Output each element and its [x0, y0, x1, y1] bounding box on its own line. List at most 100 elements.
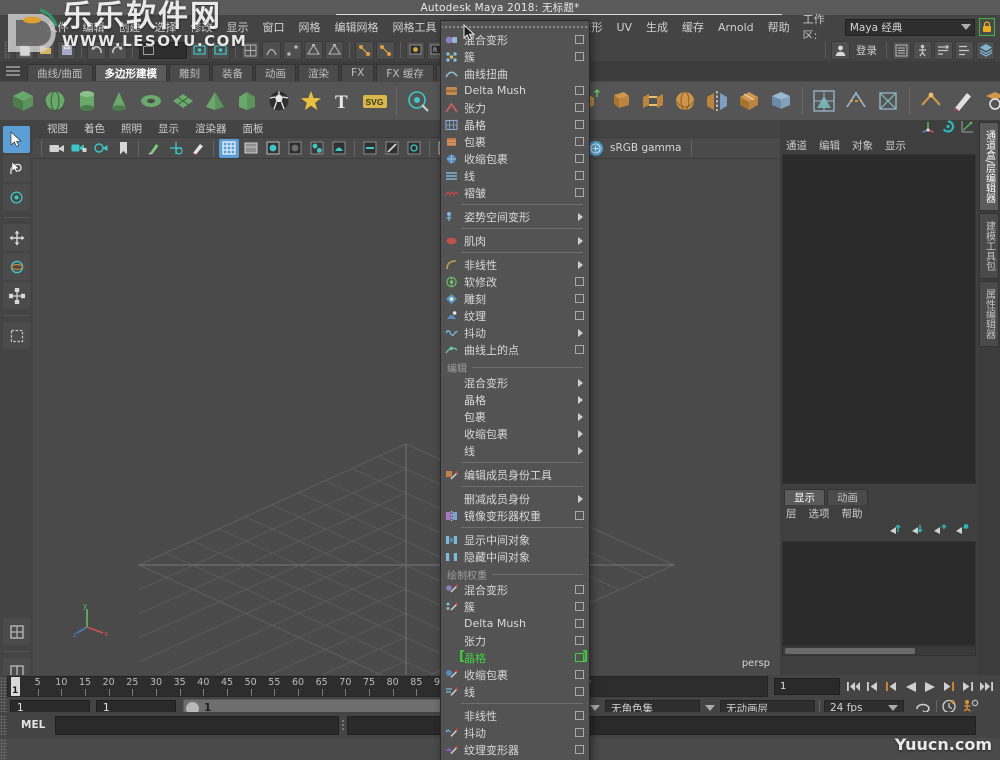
- history-toggle-icon[interactable]: [355, 40, 374, 60]
- save-scene-icon[interactable]: [57, 40, 76, 60]
- option-box-icon[interactable]: [575, 103, 584, 112]
- poly-torus-icon[interactable]: [136, 86, 166, 117]
- deform-dropdown-menu[interactable]: 混合变形簇曲线扭曲 Delta Mush 张力 晶格 包裹 收缩包裹线褶皱 姿势空间变形 肌肉…: [440, 20, 590, 760]
- layer-add-icon[interactable]: [933, 523, 948, 538]
- menu-item-15[interactable]: 纹理: [441, 307, 589, 324]
- move-tool-icon[interactable]: [3, 224, 30, 251]
- crease-tool-icon[interactable]: [916, 86, 946, 117]
- smooth-shade-all-icon[interactable]: [241, 139, 261, 158]
- menu-item-4[interactable]: 张力: [441, 99, 589, 116]
- select-object-mode-icon[interactable]: [190, 40, 209, 60]
- menu-5[interactable]: 显示: [219, 16, 255, 38]
- command-line-divider[interactable]: [339, 720, 347, 730]
- menu-16[interactable]: 缓存: [675, 16, 711, 38]
- outliner-panel-icon[interactable]: [892, 40, 911, 60]
- channelbox-menu-1[interactable]: 编辑: [819, 138, 848, 153]
- multisample-icon[interactable]: [382, 139, 402, 158]
- layout-single-icon[interactable]: [3, 618, 30, 645]
- option-box-icon[interactable]: [575, 311, 584, 320]
- attribute-editor-icon[interactable]: [934, 40, 953, 60]
- menu-item-35[interactable]: 非线性: [441, 707, 589, 724]
- snap-grid-icon[interactable]: [241, 40, 260, 60]
- viewport-menu-4[interactable]: 渲染器: [187, 121, 235, 136]
- tool-settings-icon[interactable]: [955, 40, 974, 60]
- shelf-tab-3[interactable]: 装备: [212, 64, 254, 81]
- lock-icon[interactable]: [979, 18, 995, 36]
- menu-item-7[interactable]: 收缩包裹: [441, 150, 589, 167]
- snap-curve-icon[interactable]: [262, 40, 281, 60]
- option-box-icon[interactable]: [575, 277, 584, 286]
- mel-label[interactable]: MEL: [7, 719, 55, 731]
- target-weld-icon[interactable]: [980, 86, 1000, 117]
- motion-blur-icon[interactable]: [360, 139, 380, 158]
- option-box-icon[interactable]: [575, 188, 584, 197]
- image-plane-icon[interactable]: [144, 139, 164, 158]
- camera-attributes-icon[interactable]: [91, 139, 111, 158]
- play-backwards-button[interactable]: [902, 678, 919, 696]
- bookmark-icon[interactable]: [113, 139, 133, 158]
- layer-down-icon[interactable]: [911, 523, 926, 538]
- poly-plane-icon[interactable]: [168, 86, 198, 117]
- menu-item-10[interactable]: 姿势空间变形: [441, 208, 589, 225]
- option-box-icon[interactable]: [575, 619, 584, 628]
- mel-input[interactable]: [55, 715, 340, 735]
- shelf-tab-5[interactable]: 渲染: [298, 64, 340, 81]
- snap-view-plane-icon[interactable]: [325, 40, 344, 60]
- new-scene-icon[interactable]: [15, 40, 34, 60]
- poly-prism-icon[interactable]: [232, 86, 262, 117]
- menu-item-12[interactable]: 非线性: [441, 256, 589, 273]
- channel-box-panel-icon[interactable]: [976, 40, 995, 60]
- open-scene-icon[interactable]: [36, 40, 55, 60]
- layer-menu-1[interactable]: 选项: [809, 506, 842, 521]
- mirror-icon[interactable]: [702, 86, 732, 117]
- menu-item-9[interactable]: 褶皱: [441, 184, 589, 201]
- viewport-3d-scene[interactable]: y x z persp: [33, 159, 780, 675]
- use-all-lights-icon[interactable]: [285, 139, 305, 158]
- channelbox-menu-2[interactable]: 对象: [852, 138, 881, 153]
- menu-2[interactable]: 创建: [111, 16, 147, 38]
- menu-item-19[interactable]: 晶格: [441, 391, 589, 408]
- menu-item-21[interactable]: 收缩包裹: [441, 425, 589, 442]
- login-label[interactable]: 登录: [851, 43, 882, 58]
- go-to-end-button[interactable]: [978, 678, 995, 696]
- smooth-icon[interactable]: [670, 86, 700, 117]
- layer-list-body[interactable]: [782, 541, 976, 646]
- option-box-icon[interactable]: [575, 171, 584, 180]
- menu-9[interactable]: 网格工具: [385, 16, 443, 38]
- wireframe-shading-icon[interactable]: [219, 138, 239, 158]
- scale-tool-icon[interactable]: [3, 282, 30, 309]
- poly-cylinder-icon[interactable]: [72, 86, 102, 117]
- layer-tab-0[interactable]: 显示: [784, 489, 825, 505]
- option-box-icon[interactable]: [575, 653, 584, 662]
- shelf-tab-1[interactable]: 多边形建模: [94, 64, 168, 81]
- option-box-icon[interactable]: [575, 294, 584, 303]
- shelf-tab-0[interactable]: 曲线/曲面: [27, 64, 93, 81]
- anim-layer-chevron-icon[interactable]: [705, 705, 715, 711]
- menu-14[interactable]: UV: [609, 18, 639, 37]
- option-box-icon[interactable]: [575, 137, 584, 146]
- menu-15[interactable]: 生成: [639, 16, 675, 38]
- quadrangulate-icon[interactable]: [766, 86, 796, 117]
- timeslider-grip[interactable]: [0, 676, 7, 697]
- poly-sphere-icon[interactable]: [40, 86, 70, 117]
- menu-item-2[interactable]: 曲线扭曲: [441, 65, 589, 82]
- menu-0[interactable]: 文件: [39, 16, 75, 38]
- poly-type-icon[interactable]: T: [328, 86, 358, 117]
- camera-select-icon[interactable]: [47, 139, 67, 158]
- workspace-select[interactable]: Maya 经典: [844, 18, 976, 36]
- shade-textured-icon[interactable]: [263, 139, 283, 158]
- axis-icon[interactable]: [921, 120, 935, 136]
- lasso-tool-icon[interactable]: [3, 155, 30, 182]
- menu-3[interactable]: 选择: [147, 16, 183, 38]
- paint-select-tool-icon[interactable]: [3, 184, 30, 211]
- gamma-toggle-icon[interactable]: [588, 140, 603, 156]
- select-component-mode-icon[interactable]: [211, 40, 230, 60]
- commandline-grip[interactable]: [0, 715, 7, 735]
- statusline-grip[interactable]: [4, 41, 11, 59]
- menu-8[interactable]: 编辑网格: [327, 16, 385, 38]
- poly-pyramid-icon[interactable]: [200, 86, 230, 117]
- shelf-drag-handle[interactable]: [6, 63, 22, 79]
- redo-icon[interactable]: [108, 40, 127, 60]
- unfold-uv-icon[interactable]: [873, 86, 903, 117]
- option-box-icon[interactable]: [575, 745, 584, 754]
